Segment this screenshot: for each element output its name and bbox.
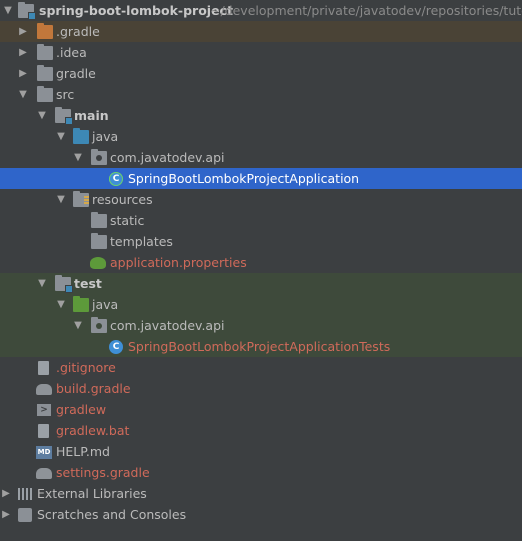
tree-row-idea[interactable]: ▶ .idea: [0, 42, 522, 63]
tree-row-build-gradle[interactable]: build.gradle: [0, 378, 522, 399]
chevron-down-icon[interactable]: ▼: [55, 294, 67, 315]
tree-row-templates[interactable]: templates: [0, 231, 522, 252]
markdown-file-icon: MD: [36, 446, 52, 459]
gitignore-file-icon: [38, 361, 49, 375]
tree-label: SpringBootLombokProjectApplication: [128, 171, 360, 186]
tree-row-resources[interactable]: ▼ resources: [0, 189, 522, 210]
chevron-down-icon[interactable]: ▼: [36, 105, 48, 126]
tree-row-settings-gradle[interactable]: settings.gradle: [0, 462, 522, 483]
chevron-down-icon[interactable]: ▼: [2, 0, 14, 21]
module-folder-icon: [55, 107, 73, 125]
libraries-icon: [18, 488, 32, 500]
gradle-elephant-icon: [36, 468, 52, 479]
tree-label: gradlew: [56, 402, 107, 417]
tree-row-main-class[interactable]: C SpringBootLombokProjectApplication: [0, 168, 522, 189]
tree-label: java: [92, 129, 119, 144]
folder-icon: [91, 233, 107, 249]
tree-label: com.javatodev.api: [110, 150, 225, 165]
tree-row-gradle-cache[interactable]: ▶ .gradle: [0, 21, 522, 42]
tree-row-test-class[interactable]: C SpringBootLombokProjectApplicationTest…: [0, 336, 522, 357]
chevron-down-icon[interactable]: ▼: [17, 84, 29, 105]
chevron-right-icon[interactable]: ▶: [0, 483, 12, 504]
tree-row-gitignore[interactable]: .gitignore: [0, 357, 522, 378]
project-tree: ▼ spring-boot-lombok-project ~/developme…: [0, 0, 522, 525]
tree-row-help-md[interactable]: MD HELP.md: [0, 441, 522, 462]
tree-label: java: [92, 297, 119, 312]
module-folder-icon: [18, 2, 36, 20]
folder-icon: [37, 65, 53, 81]
chevron-down-icon[interactable]: ▼: [55, 189, 67, 210]
tree-label: static: [110, 213, 145, 228]
tree-label: main: [74, 108, 109, 123]
gradle-elephant-icon: [36, 384, 52, 395]
tree-row-gradle[interactable]: ▶ gradle: [0, 63, 522, 84]
tree-label: src: [56, 87, 75, 102]
tree-row-external-libraries[interactable]: ▶ External Libraries: [0, 483, 522, 504]
scratches-icon: [18, 508, 32, 522]
tree-row-java-test[interactable]: ▼ java: [0, 294, 522, 315]
test-source-folder-icon: [73, 296, 89, 312]
source-folder-icon: [73, 128, 89, 144]
tree-label: gradle: [56, 66, 96, 81]
tree-label: .idea: [56, 45, 87, 60]
tree-label: test: [74, 276, 102, 291]
chevron-down-icon[interactable]: ▼: [72, 315, 84, 336]
tree-label: application.properties: [110, 255, 247, 270]
chevron-right-icon[interactable]: ▶: [17, 42, 29, 63]
tree-row-application-properties[interactable]: application.properties: [0, 252, 522, 273]
chevron-right-icon[interactable]: ▶: [17, 21, 29, 42]
tree-label: SpringBootLombokProjectApplicationTests: [128, 339, 391, 354]
shell-script-icon: >: [37, 404, 51, 416]
chevron-right-icon[interactable]: ▶: [17, 63, 29, 84]
folder-icon: [37, 86, 53, 102]
tree-row-root[interactable]: ▼ spring-boot-lombok-project ~/developme…: [0, 0, 522, 21]
tree-row-java-main[interactable]: ▼ java: [0, 126, 522, 147]
tree-row-gradlew-bat[interactable]: gradlew.bat: [0, 420, 522, 441]
chevron-down-icon[interactable]: ▼: [55, 126, 67, 147]
tree-label: resources: [92, 192, 153, 207]
tree-label: .gitignore: [56, 360, 116, 375]
tree-row-test[interactable]: ▼ test: [0, 273, 522, 294]
tree-label: External Libraries: [37, 486, 147, 501]
spring-properties-icon: [90, 257, 106, 269]
tree-label: build.gradle: [56, 381, 131, 396]
package-icon: [91, 149, 107, 165]
chevron-right-icon[interactable]: ▶: [0, 504, 12, 525]
tree-label: Scratches and Consoles: [37, 507, 187, 522]
tree-row-scratches[interactable]: ▶ Scratches and Consoles: [0, 504, 522, 525]
chevron-down-icon[interactable]: ▼: [36, 273, 48, 294]
tree-label: .gradle: [56, 24, 100, 39]
excluded-folder-icon: [37, 23, 53, 39]
root-project-path: ~/development/private/javatodev/reposito…: [210, 3, 522, 18]
root-project-name: spring-boot-lombok-project: [39, 3, 233, 18]
folder-icon: [37, 44, 53, 60]
tree-row-gradlew[interactable]: > gradlew: [0, 399, 522, 420]
tree-label: settings.gradle: [56, 465, 150, 480]
package-icon: [91, 317, 107, 333]
tree-row-package-test[interactable]: ▼ com.javatodev.api: [0, 315, 522, 336]
module-folder-icon: [55, 275, 73, 293]
tree-label: HELP.md: [56, 444, 110, 459]
tree-label: com.javatodev.api: [110, 318, 225, 333]
tree-row-main[interactable]: ▼ main: [0, 105, 522, 126]
tree-label: templates: [110, 234, 173, 249]
java-class-icon: C: [109, 172, 123, 186]
folder-icon: [91, 212, 107, 228]
chevron-down-icon[interactable]: ▼: [72, 147, 84, 168]
tree-row-static[interactable]: static: [0, 210, 522, 231]
tree-row-package-main[interactable]: ▼ com.javatodev.api: [0, 147, 522, 168]
resources-folder-icon: [73, 191, 89, 207]
tree-label: gradlew.bat: [56, 423, 130, 438]
tree-row-src[interactable]: ▼ src: [0, 84, 522, 105]
java-class-icon: C: [109, 340, 123, 354]
batch-file-icon: [38, 424, 49, 438]
